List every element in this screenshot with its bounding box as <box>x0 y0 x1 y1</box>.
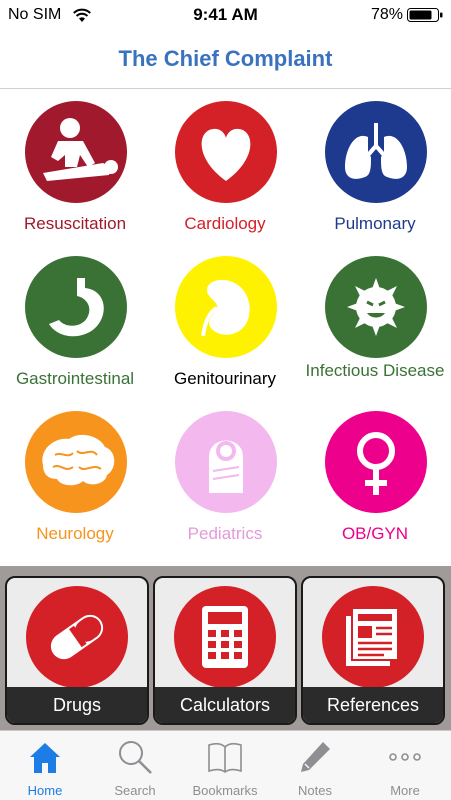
category-genitourinary[interactable]: Genitourinary <box>150 244 300 394</box>
category-resuscitation[interactable]: Resuscitation <box>0 89 150 239</box>
newspaper-icon <box>322 586 424 688</box>
tab-bar: Home Search Bookmarks Notes More <box>0 730 451 800</box>
pencil-icon <box>301 742 330 772</box>
calculators-tile[interactable]: Calculators <box>153 576 297 725</box>
tab-label: Notes <box>298 783 332 798</box>
cpr-icon <box>25 101 127 203</box>
ellipsis-icon <box>389 753 421 761</box>
stomach-icon <box>25 256 127 358</box>
book-icon <box>208 742 242 773</box>
category-label: Neurology <box>36 524 114 543</box>
female-symbol-icon <box>325 411 427 513</box>
lungs-icon <box>325 101 427 203</box>
page-title: The Chief Complaint <box>118 46 333 71</box>
battery-percent: 78% <box>370 6 403 23</box>
tab-label: Home <box>27 783 63 798</box>
category-neurology[interactable]: Neurology <box>0 399 150 549</box>
heart-icon <box>175 101 277 203</box>
tab-label: Bookmarks <box>192 783 258 798</box>
category-label: Pulmonary <box>334 214 416 233</box>
calculators-label: Calculators <box>155 687 295 723</box>
category-cardiology[interactable]: Cardiology <box>150 89 300 239</box>
house-icon <box>30 743 60 773</box>
germ-icon <box>325 256 427 358</box>
capsule-icon <box>26 586 128 688</box>
calculator-icon <box>174 586 276 688</box>
drugs-label: Drugs <box>7 687 147 723</box>
category-gastrointestinal[interactable]: Gastrointestinal <box>0 244 150 394</box>
tab-notes[interactable]: Notes <box>270 731 360 800</box>
category-label: Pediatrics <box>187 524 263 543</box>
category-label: Cardiology <box>184 214 266 233</box>
tab-more[interactable]: More <box>360 731 450 800</box>
magnifier-icon <box>119 741 152 774</box>
status-bar: No SIM 9:41 AM 78% <box>0 0 451 30</box>
brain-icon <box>25 411 127 513</box>
category-pediatrics[interactable]: Pediatrics <box>150 399 300 549</box>
tab-bookmarks[interactable]: Bookmarks <box>180 731 270 800</box>
tab-home[interactable]: Home <box>0 731 90 800</box>
category-infectious-disease[interactable]: Infectious Disease <box>300 244 450 394</box>
category-label: Resuscitation <box>23 214 127 233</box>
category-label: OB/GYN <box>341 524 409 543</box>
drugs-tile[interactable]: Drugs <box>5 576 149 725</box>
tab-search[interactable]: Search <box>90 731 180 800</box>
category-label: Genitourinary <box>173 369 277 388</box>
references-label: References <box>303 687 443 723</box>
category-label: Gastrointestinal <box>15 369 135 388</box>
kidney-icon <box>175 256 277 358</box>
category-obgyn[interactable]: OB/GYN <box>300 399 450 549</box>
tab-label: More <box>390 783 420 798</box>
baby-icon <box>175 411 277 513</box>
tab-label: Search <box>114 783 156 798</box>
references-tile[interactable]: References <box>301 576 445 725</box>
category-grid: Resuscitation Cardiology Pulmonary Gastr… <box>0 89 451 566</box>
category-pulmonary[interactable]: Pulmonary <box>300 89 450 239</box>
category-label: Infectious Disease <box>305 361 445 380</box>
battery-icon <box>407 8 443 22</box>
